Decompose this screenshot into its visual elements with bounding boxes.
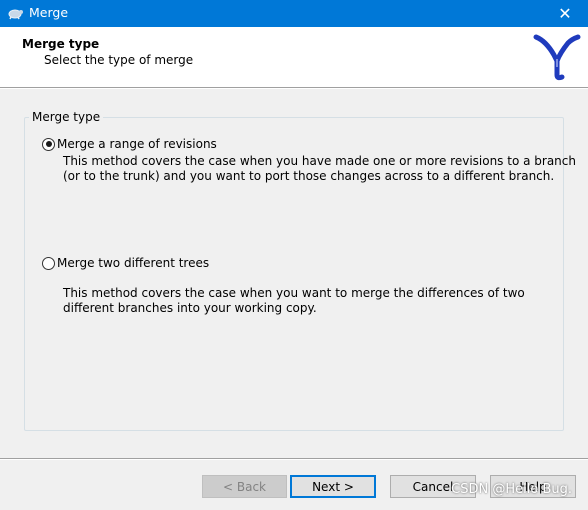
window-title: Merge: [29, 5, 69, 20]
header-divider-highlight: [0, 88, 588, 89]
radio-label[interactable]: Merge a range of revisions: [57, 137, 217, 151]
page-subtitle: Select the type of merge: [44, 53, 194, 67]
radio-merge-two-trees[interactable]: Merge two different trees: [42, 256, 209, 270]
title-bar: Merge ✕: [0, 0, 588, 27]
back-button[interactable]: < Back: [202, 475, 287, 498]
close-button[interactable]: ✕: [542, 0, 588, 27]
radio-button-unchecked[interactable]: [42, 256, 55, 270]
radio-label[interactable]: Merge two different trees: [57, 256, 209, 270]
watermark: CSDN @Hello Bug.: [451, 482, 572, 497]
tortoise-app-icon: [8, 9, 23, 20]
merge-logo-icon: [533, 34, 581, 81]
option-description: This method covers the case when you hav…: [63, 154, 576, 183]
footer-divider-highlight: [0, 459, 588, 460]
close-icon: ✕: [558, 4, 572, 23]
group-label: Merge type: [29, 110, 104, 124]
page-title: Merge type: [22, 37, 100, 51]
wizard-header: Merge type Select the type of merge: [0, 27, 588, 87]
next-button[interactable]: Next >: [290, 475, 376, 498]
option-description: This method covers the case when you wan…: [63, 286, 525, 315]
radio-merge-range[interactable]: Merge a range of revisions: [42, 137, 217, 151]
radio-button-checked[interactable]: [42, 137, 55, 151]
